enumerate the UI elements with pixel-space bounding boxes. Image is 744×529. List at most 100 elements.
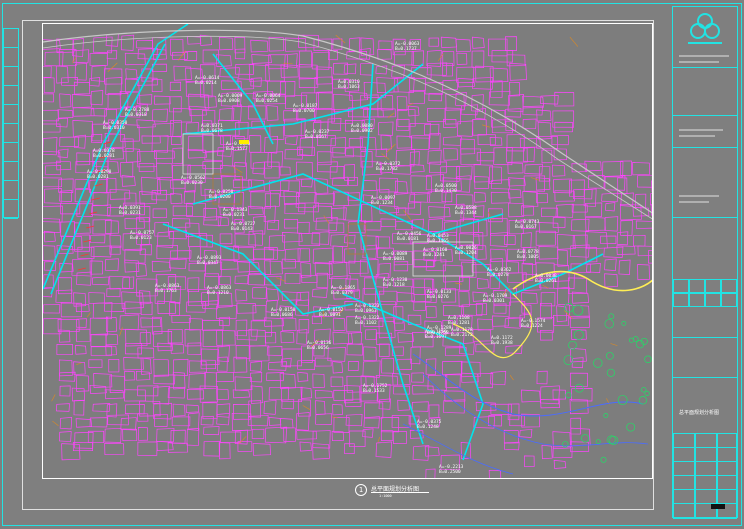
building-outline <box>152 108 168 122</box>
slope-annotation[interactable]: A=-0.0290 B=0.0281 <box>87 170 111 180</box>
building-outline <box>88 292 105 304</box>
building-outline <box>604 273 618 288</box>
building-outline <box>442 62 454 77</box>
slope-annotation[interactable]: A=-0.0562 B=0.0230 <box>181 176 205 186</box>
slope-annotation[interactable]: A=-0.0757 B=0.0123 <box>130 231 154 241</box>
slope-annotation[interactable]: A=-0.1709 B=0.0301 <box>483 294 507 304</box>
slope-annotation[interactable]: A=0.1108 B=0.1281 <box>448 316 470 326</box>
slope-annotation[interactable]: A=0.0310 B=0.1063 <box>338 80 360 90</box>
slope-annotation[interactable]: A=-0.0863 B=0.1763 <box>155 284 179 294</box>
building-outline <box>584 202 603 218</box>
slope-annotation[interactable]: A=-0.0743 B=0.0167 <box>515 220 539 230</box>
slope-annotation-b: B=0.1465 <box>427 239 449 244</box>
building-outline <box>297 399 311 417</box>
building-outline <box>188 360 207 373</box>
slope-annotation[interactable]: A=-0.0614 B=0.0214 <box>195 76 219 86</box>
slope-annotation[interactable]: A=-0.2788 B=0.0318 <box>125 108 149 118</box>
slope-annotation[interactable]: A=-0.1574 B=0.1224 <box>521 319 545 329</box>
slope-annotation[interactable]: A=-0.0362 B=0.0278 <box>487 268 511 278</box>
caption-underline <box>371 492 429 493</box>
building-outline <box>444 347 467 357</box>
building-outline <box>345 413 363 427</box>
slope-annotation[interactable]: A=-0.1343 B=0.0231 <box>223 208 247 218</box>
slope-annotation[interactable]: A=-0.0372 B=0.1782 <box>376 162 400 172</box>
slope-annotation[interactable]: A=-0.0160 B=0.1241 <box>423 248 447 258</box>
slope-annotation[interactable]: A=-0.0237 B=0.0167 <box>305 130 329 140</box>
slope-annotation[interactable]: A=-0.0152 B=0.0091 <box>319 308 343 318</box>
slope-annotation[interactable]: A=0.0453 B=0.1465 <box>427 234 449 244</box>
parcel-line <box>386 143 396 153</box>
slope-annotation[interactable]: A=0.1172 B=0.1938 <box>491 336 513 346</box>
slope-annotation[interactable]: A=0.0080 B=0.0902 <box>351 124 373 134</box>
building-outline <box>332 245 344 264</box>
building-outline <box>522 190 539 208</box>
building-outline <box>491 50 514 63</box>
site-plan-viewport[interactable]: A=-0.0063 B=0.1737 A=-0.0614 B=0.0214 A=0.03… <box>42 23 653 479</box>
slope-annotation[interactable]: A=-0.2213 B=0.2500 <box>439 465 463 475</box>
building-outline <box>216 412 230 426</box>
slope-annotation[interactable]: A=-0.1230 B=0.1218 <box>383 278 407 288</box>
slope-annotation[interactable]: A=0.0038 B=0.0261 <box>535 274 557 284</box>
building-outline <box>360 204 373 222</box>
slope-annotation[interactable]: A=-0.0089 B=0.0081 <box>383 252 407 262</box>
building-outline <box>109 189 131 200</box>
slope-annotation[interactable]: A=-0.1865 B=0.0379 <box>331 286 355 296</box>
slope-annotation[interactable]: A=0.0026 B=0.1204 <box>455 246 477 256</box>
slope-annotation[interactable]: A=-0.0097 B=0.1234 <box>371 196 395 206</box>
building-outline <box>279 180 301 197</box>
building-outline <box>444 373 461 389</box>
building-outline <box>268 417 282 426</box>
slope-annotation[interactable]: A=-0.0250 B=0.0200 <box>209 190 233 200</box>
slope-annotation[interactable]: A=-0.0863 B=0.1210 <box>207 286 231 296</box>
building-outline <box>171 416 191 427</box>
slope-annotation[interactable]: A=-0.0375 B=0.1248 <box>417 420 441 430</box>
slope-annotation[interactable]: A=-0.0063 B=0.1737 <box>395 42 419 52</box>
building-outline <box>569 398 589 415</box>
building-outline <box>106 50 118 60</box>
slope-annotation[interactable]: A=-0.0150 B=0.0686 <box>271 308 295 318</box>
slope-annotation[interactable]: A=0.0371 B=0.0678 <box>201 124 223 134</box>
slope-annotation[interactable]: A=0.0778 B=0.1005 <box>517 250 539 260</box>
slope-annotation-b: B=0.0908 <box>218 99 240 104</box>
slope-annotation[interactable]: A=-0.0456 B=0.0181 <box>397 232 421 242</box>
site-plan-drawing[interactable] <box>43 24 653 479</box>
building-outline <box>91 65 106 82</box>
slope-annotation[interactable]: A=-0.0133 B=0.0276 <box>427 290 451 300</box>
slope-annotation[interactable]: A=-0.0064 B=0.0254 <box>256 94 280 104</box>
slope-annotation[interactable]: A=-0.0727 B=0.0143 <box>231 222 255 232</box>
slope-annotation[interactable]: A=-0.0136 B=0.0656 <box>307 341 331 351</box>
slope-annotation[interactable]: A=-0.1752 B=0.1533 <box>363 384 387 394</box>
slope-annotation[interactable]: A=0.1178 B=0.2172 <box>451 328 473 338</box>
slope-annotation[interactable]: A=-0.0187 B=0.0700 <box>293 104 317 114</box>
building-outline <box>535 177 551 191</box>
building-outline <box>90 346 113 356</box>
building-outline <box>344 164 355 181</box>
slope-annotation[interactable]: A=0.0500 B=0.1430 <box>435 184 457 194</box>
building-outline <box>90 333 107 347</box>
building-outline <box>571 357 584 369</box>
slope-annotation[interactable]: A=0.0378 B=0.0281 <box>93 149 115 159</box>
slope-annotation[interactable]: A=-0.1322 B=0.1102 <box>355 316 379 326</box>
tree-symbol <box>581 434 590 443</box>
slope-annotation[interactable]: A=0.0588 B=0.1344 <box>455 206 477 216</box>
building-outline <box>603 246 624 258</box>
building-outline <box>135 370 151 381</box>
building-outline <box>360 37 375 56</box>
slope-annotation[interactable]: A=-0.0009 B=0.0908 <box>218 94 242 104</box>
slope-annotation[interactable]: A=-0.0893 B=0.0347 <box>197 256 221 266</box>
slope-annotation[interactable]: A=-0.1289 B=0.4758 <box>427 326 451 336</box>
selected-grip-marker[interactable] <box>239 140 249 144</box>
building-outline <box>76 152 91 166</box>
building-outline <box>89 384 107 395</box>
building-outline <box>55 65 69 84</box>
building-outline <box>300 178 313 188</box>
slope-annotation[interactable]: A=-0.1323 B=0.0963 <box>355 304 379 314</box>
building-outline <box>396 118 410 131</box>
slope-annotation-b: B=0.0181 <box>397 237 419 242</box>
slope-annotation-b: B=0.1533 <box>363 389 385 394</box>
building-outline <box>269 124 285 141</box>
building-outline <box>456 120 474 137</box>
slope-annotation[interactable]: A=-0.0350 B=0.0310 <box>103 121 127 131</box>
slope-annotation[interactable]: A=0.0391 B=0.0231 <box>119 206 141 216</box>
slope-annotation-b: B=0.0123 <box>130 236 152 241</box>
